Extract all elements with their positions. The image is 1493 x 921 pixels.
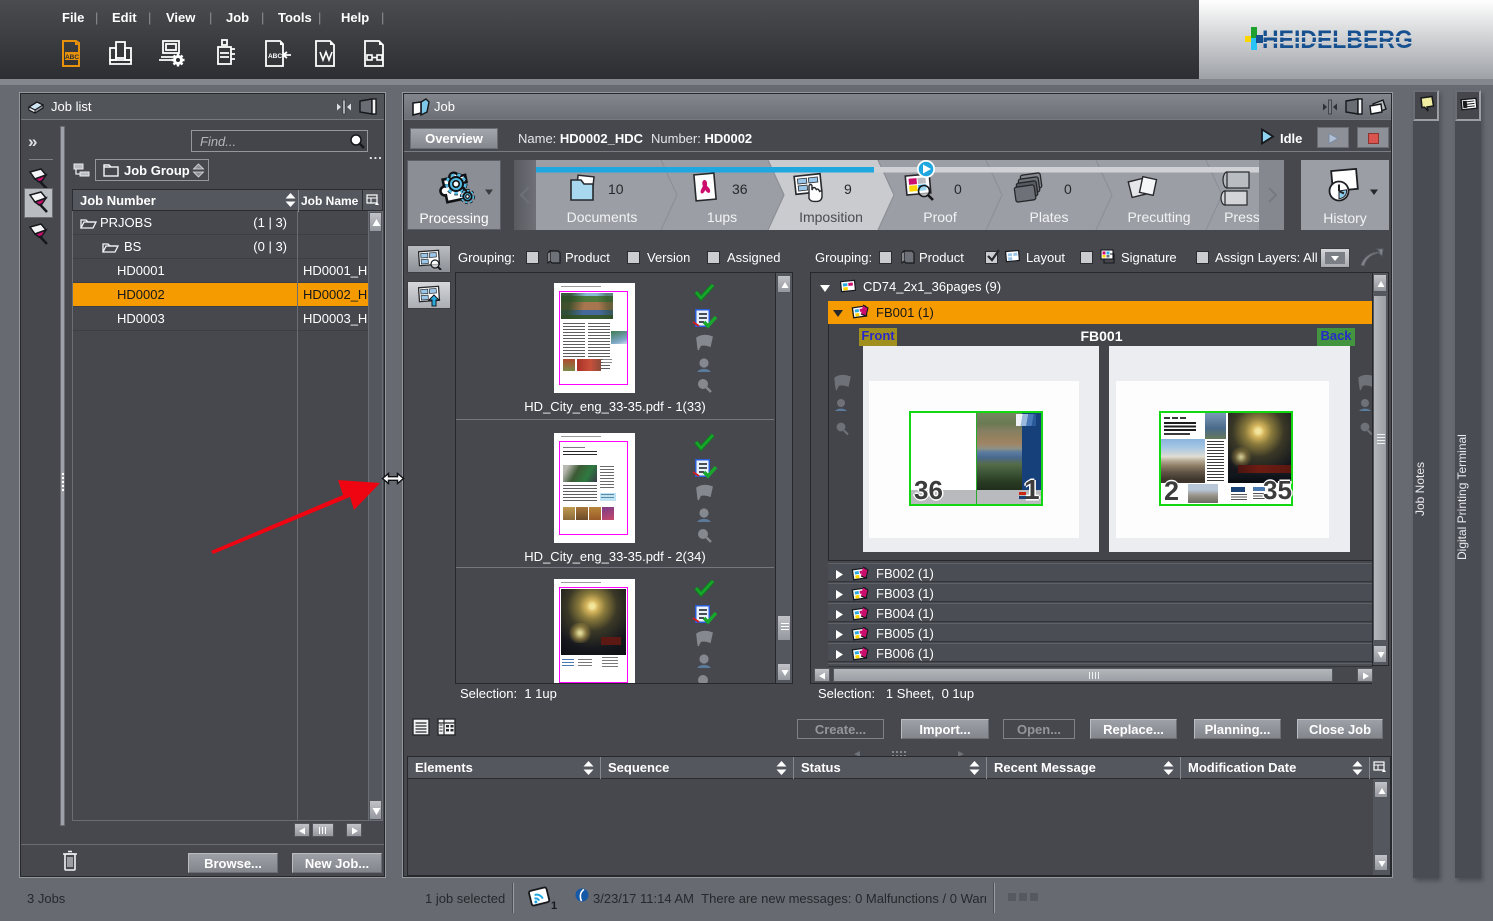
svg-text:ABC: ABC [268, 53, 282, 60]
svg-text:0: 0 [1064, 181, 1072, 197]
svg-text:Press: Press [1224, 209, 1259, 225]
svg-text:ABC: ABC [65, 54, 79, 61]
svg-text:36: 36 [732, 181, 748, 197]
svg-text:9: 9 [844, 181, 852, 197]
svg-text:Plates: Plates [1030, 209, 1069, 225]
svg-text:Precutting: Precutting [1127, 209, 1190, 225]
svg-text:Imposition: Imposition [799, 209, 863, 225]
svg-text:1ups: 1ups [707, 209, 737, 225]
svg-text:10: 10 [608, 181, 624, 197]
svg-text:Documents: Documents [567, 209, 638, 225]
svg-text:0: 0 [954, 181, 962, 197]
svg-text:1: 1 [551, 900, 557, 911]
svg-text:Proof: Proof [923, 209, 957, 225]
